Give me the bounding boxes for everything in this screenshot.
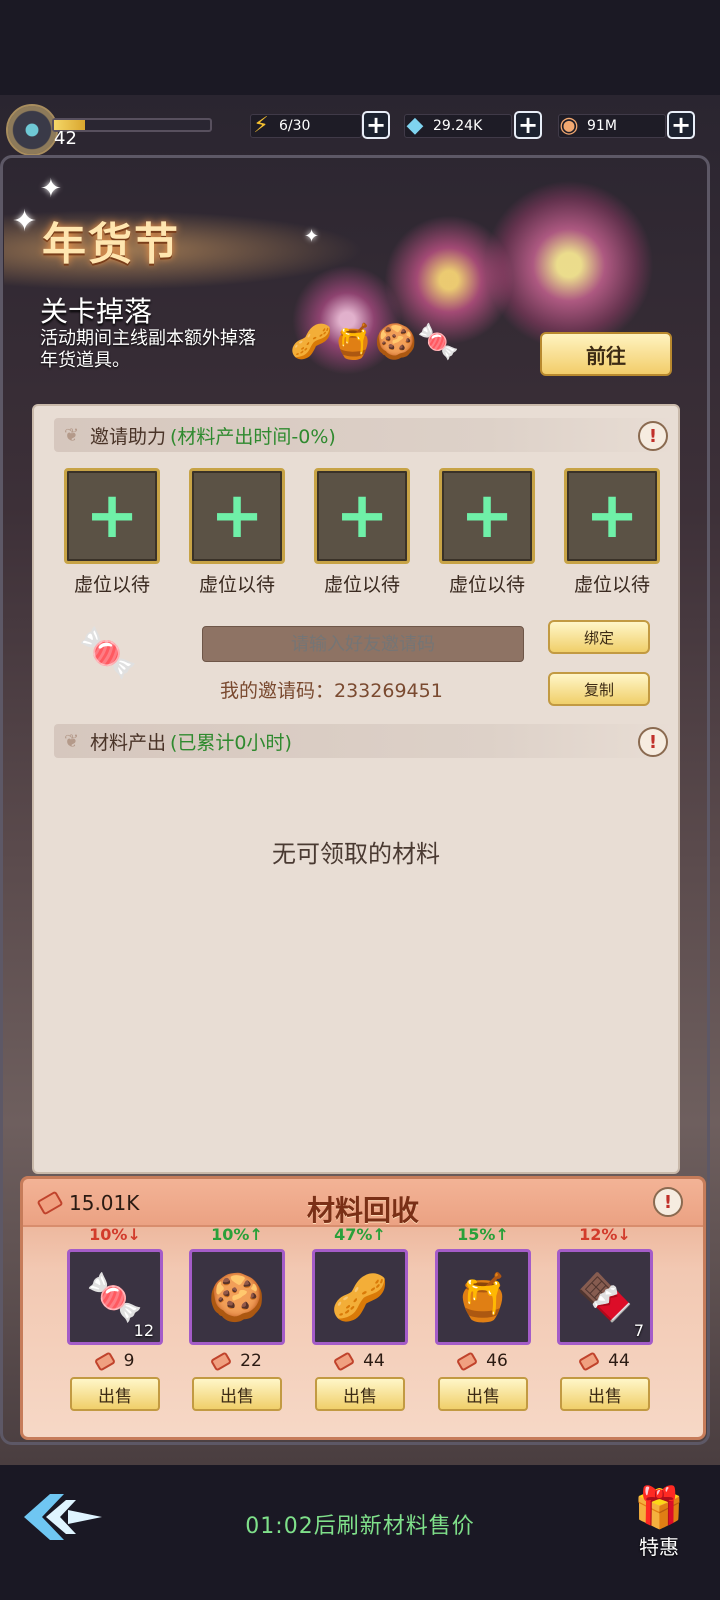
lightning-icon: ⚡: [253, 112, 269, 138]
item-price-value: 22: [240, 1351, 262, 1371]
invite-code-input[interactable]: [202, 626, 524, 662]
level-emblem-icon[interactable]: [6, 104, 58, 156]
refresh-countdown: 01:02后刷新材料售价: [245, 1514, 475, 1539]
recycle-item-honeycomb: 15%↑ 🍯 46 出售: [435, 1225, 531, 1411]
item-quantity: 12: [133, 1321, 154, 1340]
sweets-bundle-icon: 🍬: [78, 625, 138, 681]
sell-button[interactable]: 出售: [192, 1377, 282, 1411]
slot-label: 虚位以待: [73, 574, 150, 596]
output-info-button[interactable]: !: [638, 727, 668, 757]
recycle-item-chocolate: 12%↓ 🍫 7 44 出售: [557, 1225, 653, 1411]
invite-info-button[interactable]: !: [638, 421, 668, 451]
item-quantity: 7: [633, 1321, 644, 1340]
sell-button[interactable]: 出售: [315, 1377, 405, 1411]
coin-icon: ◉: [559, 112, 579, 138]
almond-icon[interactable]: 🥜: [312, 1249, 408, 1345]
item-price: 44: [312, 1350, 408, 1372]
item-price: 9: [67, 1350, 163, 1372]
slot-label: 虚位以待: [198, 574, 275, 596]
recycle-item-macaron: 10%↑ 🍪 22 出售: [189, 1225, 285, 1411]
ticket-icon: [210, 1350, 233, 1372]
ticket-icon: [93, 1350, 116, 1372]
output-section-note: (已累计0小时): [170, 731, 292, 754]
sparkle-icon: ✦: [12, 204, 38, 239]
sell-button[interactable]: 出售: [560, 1377, 650, 1411]
price-change: 12%↓: [579, 1225, 631, 1244]
sparkle-icon: ✦: [304, 226, 320, 247]
honeycomb-icon[interactable]: 🍯: [435, 1249, 531, 1345]
event-subtitle: 关卡掉落: [40, 295, 153, 328]
candy-icon[interactable]: 🍬 12: [67, 1249, 163, 1345]
add-diamonds-button[interactable]: +: [514, 111, 542, 139]
invite-slot[interactable]: + 虚位以待: [314, 468, 410, 597]
plus-icon[interactable]: +: [64, 468, 160, 564]
item-price-value: 9: [123, 1351, 135, 1371]
event-title: 年货节: [42, 219, 180, 270]
item-price-value: 46: [486, 1351, 508, 1371]
item-price-value: 44: [608, 1351, 630, 1371]
empty-materials-message: 无可领取的材料: [272, 840, 440, 868]
my-invite-code: 我的邀请码：233269451: [220, 680, 443, 702]
item-price-value: 44: [363, 1351, 385, 1371]
macaron-icon[interactable]: 🍪: [189, 1249, 285, 1345]
item-price: 44: [557, 1350, 653, 1372]
ticket-icon: [456, 1350, 479, 1372]
invite-slot[interactable]: + 虚位以待: [189, 468, 285, 597]
plus-icon[interactable]: +: [189, 468, 285, 564]
invite-section-header: ❦ 邀请助力 (材料产出时间-0%) !: [54, 418, 674, 452]
chocolate-icon[interactable]: 🍫 7: [557, 1249, 653, 1345]
special-offer-label: 特惠: [639, 1535, 679, 1559]
invite-slot[interactable]: + 虚位以待: [64, 468, 160, 597]
invite-panel: ❦ 邀请助力 (材料产出时间-0%) ! + 虚位以待 + 虚位以待 + 虚位以…: [32, 404, 680, 1174]
copy-button[interactable]: 复制: [548, 672, 650, 706]
special-offer-button[interactable]: 🎁 特惠: [622, 1484, 696, 1560]
go-button[interactable]: 前往: [540, 332, 672, 376]
coin-resource: ◉ 91M: [558, 113, 666, 139]
recycle-item-almond: 47%↑ 🥜 44 出售: [312, 1225, 408, 1411]
event-banner: ✦ ✦ ✦ 年货节 关卡掉落 活动期间主线副本额外掉落年货道具。 🥜🍯🍪🍬 前往: [4, 160, 704, 395]
diamond-resource: ◆ 29.24K: [404, 113, 512, 139]
recycle-panel: 15.01K 材料回收 ! 10%↓ 🍬 12 9 出售 10%↑ 🍪 22 出售…: [20, 1176, 706, 1440]
sell-button[interactable]: 出售: [70, 1377, 160, 1411]
slot-label: 虚位以待: [573, 574, 650, 596]
top-letterbox: [0, 0, 720, 95]
ticket-icon: [333, 1350, 356, 1372]
player-level: 42: [54, 128, 77, 149]
item-price: 46: [435, 1350, 531, 1372]
diamond-icon: ◆: [406, 112, 424, 138]
recycle-info-button[interactable]: !: [653, 1187, 683, 1217]
recycle-item-candy: 10%↓ 🍬 12 9 出售: [67, 1225, 163, 1411]
item-price: 22: [189, 1350, 285, 1372]
new-year-goods-icon: 🥜🍯🍪🍬: [290, 322, 460, 362]
add-energy-button[interactable]: +: [362, 111, 390, 139]
add-coins-button[interactable]: +: [667, 111, 695, 139]
bind-button[interactable]: 绑定: [548, 620, 650, 654]
slot-label: 虚位以待: [323, 574, 400, 596]
sell-button[interactable]: 出售: [438, 1377, 528, 1411]
price-change: 10%↓: [89, 1225, 141, 1244]
event-description: 活动期间主线副本额外掉落年货道具。: [40, 328, 256, 371]
gift-icon: 🎁: [634, 1485, 684, 1531]
invite-section-title: 邀请助力: [90, 425, 167, 448]
plus-icon[interactable]: +: [439, 468, 535, 564]
ticket-icon: [578, 1350, 601, 1372]
output-section-header: ❦ 材料产出 (已累计0小时) !: [54, 724, 674, 758]
price-change: 47%↑: [334, 1225, 386, 1244]
energy-resource: ⚡ 6/30: [250, 113, 362, 139]
price-change: 10%↑: [211, 1225, 263, 1244]
output-section-title: 材料产出: [90, 731, 167, 754]
price-change: 15%↑: [457, 1225, 509, 1244]
fleur-icon: ❦: [64, 424, 80, 446]
sparkle-icon: ✦: [40, 174, 62, 204]
fleur-icon: ❦: [64, 730, 80, 752]
slot-label: 虚位以待: [448, 574, 525, 596]
plus-icon[interactable]: +: [314, 468, 410, 564]
plus-icon[interactable]: +: [564, 468, 660, 564]
invite-slot[interactable]: + 虚位以待: [439, 468, 535, 597]
recycle-title: 材料回收: [306, 1194, 419, 1227]
invite-slot[interactable]: + 虚位以待: [564, 468, 660, 597]
invite-section-note: (材料产出时间-0%): [170, 425, 336, 448]
